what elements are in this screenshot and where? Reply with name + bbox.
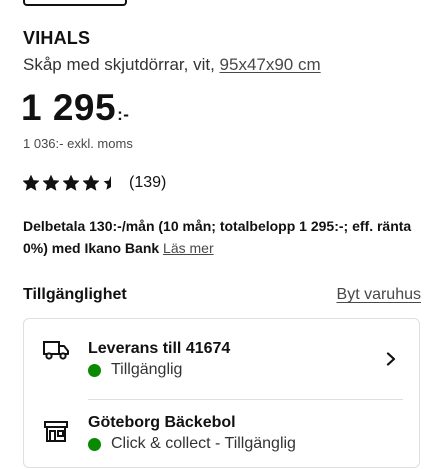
product-price: 1 295:- xyxy=(21,86,129,137)
status-dot-icon xyxy=(88,363,101,377)
star-full-icon xyxy=(83,175,99,191)
delivery-status: Tillgänglig xyxy=(88,361,182,379)
delivery-title: Leverans till 41674 xyxy=(88,340,231,357)
rating[interactable]: (139) xyxy=(23,174,166,192)
product-description: Skåp med skjutdörrar, vit, 95x47x90 cm xyxy=(23,55,321,75)
star-full-icon xyxy=(23,175,39,191)
product-description-text: Skåp med skjutdörrar, vit, xyxy=(23,55,220,74)
truck-icon xyxy=(43,341,69,360)
availability-title: Tillgänglighet xyxy=(23,286,127,303)
rating-count: (139) xyxy=(129,174,167,191)
product-measurements-link[interactable]: 95x47x90 cm xyxy=(220,55,321,74)
availability-card: Leverans till 41674 Tillgänglig Göteborg… xyxy=(23,318,420,468)
installment-info: Delbetala 130:-/mån (10 mån; totalbelopp… xyxy=(23,215,423,259)
star-full-icon xyxy=(63,175,79,191)
store-status-label: Click & collect - Tillgänglig xyxy=(111,435,296,452)
store-status: Click & collect - Tillgänglig xyxy=(88,435,296,453)
price-suffix: :- xyxy=(117,105,130,124)
product-name: VIHALS xyxy=(23,28,91,48)
price-amount: 1 295 xyxy=(21,87,117,128)
change-store-link[interactable]: Byt varuhus xyxy=(337,286,421,304)
installment-text: Delbetala 130:-/mån (10 mån; totalbelopp… xyxy=(23,218,412,256)
store-title: Göteborg Bäckebol xyxy=(88,414,236,431)
price-excl-vat: 1 036:- exkl. moms xyxy=(23,136,133,151)
store-icon xyxy=(44,421,68,442)
store-option[interactable] xyxy=(24,399,419,469)
read-more-link[interactable]: Läs mer xyxy=(163,240,214,256)
top-button-edge[interactable] xyxy=(23,0,127,6)
rating-stars xyxy=(23,175,119,191)
delivery-status-label: Tillgänglig xyxy=(111,361,183,378)
star-half-icon xyxy=(103,175,119,191)
status-dot-icon xyxy=(88,437,101,451)
chevron-right-icon[interactable] xyxy=(385,352,397,366)
availability-header: Tillgänglighet Byt varuhus xyxy=(23,286,421,304)
star-full-icon xyxy=(43,175,59,191)
delivery-option[interactable] xyxy=(24,319,419,399)
